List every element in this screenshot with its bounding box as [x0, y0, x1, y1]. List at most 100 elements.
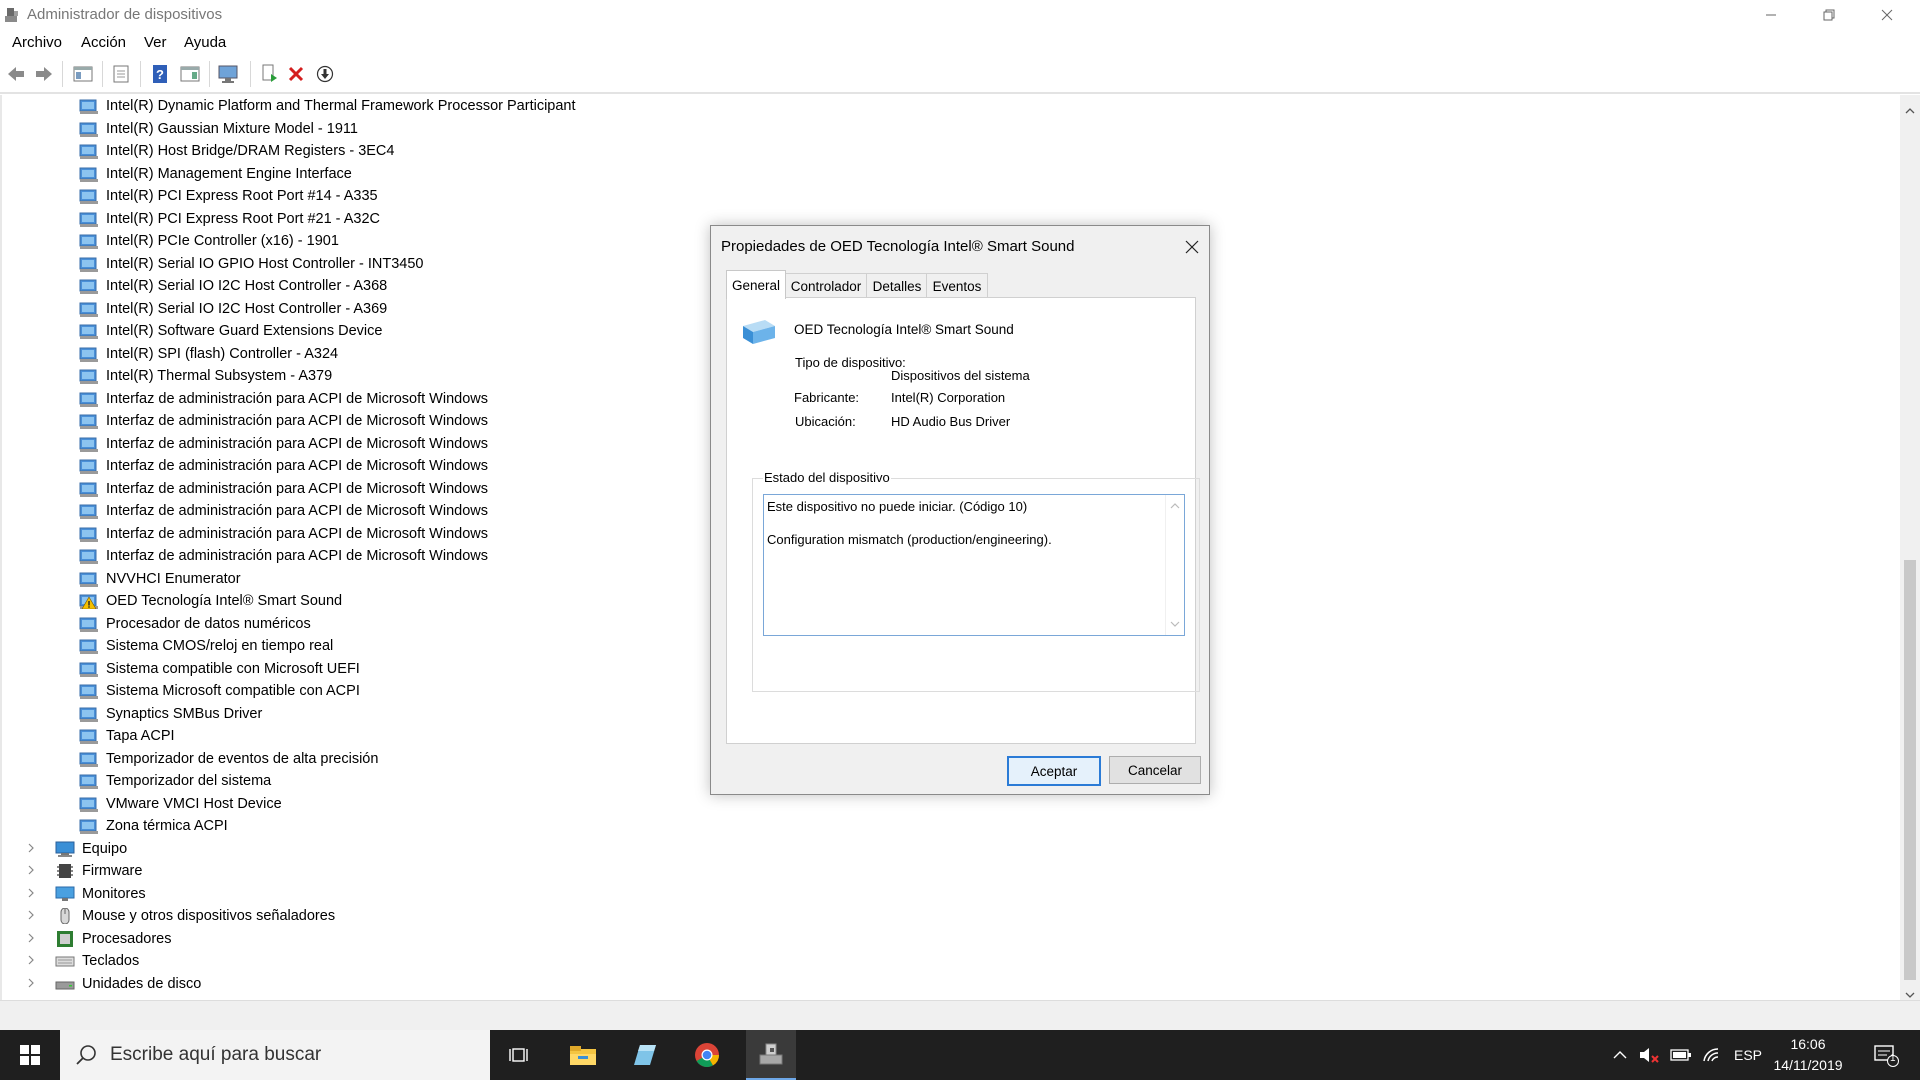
system-device-icon [79, 503, 99, 519]
show-hide-console-tree-icon[interactable] [72, 63, 94, 85]
start-button[interactable] [0, 1030, 60, 1080]
system-device-icon [79, 773, 99, 789]
volume-muted-icon[interactable] [1636, 1030, 1664, 1080]
device-row[interactable]: Intel(R) PCI Express Root Port #21 - A32… [79, 208, 380, 230]
vertical-scrollbar[interactable] [1900, 95, 1920, 1000]
device-row[interactable]: Interfaz de administración para ACPI de … [79, 500, 488, 522]
uninstall-device-icon[interactable] [285, 63, 307, 85]
menu-ayuda[interactable]: Ayuda [184, 34, 226, 51]
category-row[interactable]: Unidades de disco [28, 973, 202, 995]
category-row[interactable]: Mouse y otros dispositivos señaladores [28, 905, 335, 927]
cancel-button[interactable]: Cancelar [1109, 756, 1201, 784]
expand-chevron-icon[interactable] [27, 976, 35, 991]
device-row[interactable]: Intel(R) Serial IO I2C Host Controller -… [79, 298, 387, 320]
device-row[interactable]: Intel(R) Host Bridge/DRAM Registers - 3E… [79, 140, 394, 162]
ok-button[interactable]: Aceptar [1007, 756, 1101, 786]
restore-button[interactable] [1800, 0, 1858, 30]
dialog-close-icon[interactable] [1185, 234, 1199, 260]
expand-chevron-icon[interactable] [27, 863, 35, 878]
forward-icon[interactable] [33, 63, 55, 85]
notification-count: 1 [1890, 1053, 1896, 1064]
action-pane-icon[interactable] [179, 63, 201, 85]
device-row[interactable]: Intel(R) Serial IO I2C Host Controller -… [79, 275, 387, 297]
device-row[interactable]: Intel(R) PCIe Controller (x16) - 1901 [79, 230, 339, 252]
tab-detalles[interactable]: Detalles [866, 273, 928, 298]
device-row[interactable]: Intel(R) Gaussian Mixture Model - 1911 [79, 118, 358, 140]
device-row[interactable]: Intel(R) Management Engine Interface [79, 163, 352, 185]
expand-chevron-icon[interactable] [27, 908, 35, 923]
show-hidden-icons-icon[interactable] [1608, 1030, 1632, 1080]
device-row[interactable]: Synaptics SMBus Driver [79, 703, 262, 725]
menu-ver[interactable]: Ver [144, 34, 167, 51]
minimize-button[interactable] [1742, 0, 1800, 30]
device-row[interactable]: Intel(R) Dynamic Platform and Thermal Fr… [79, 95, 576, 117]
tab-eventos[interactable]: Eventos [926, 273, 988, 298]
device-row[interactable]: Temporizador del sistema [79, 770, 271, 792]
device-row[interactable]: Sistema CMOS/reloj en tiempo real [79, 635, 333, 657]
scan-hardware-icon[interactable] [217, 63, 239, 85]
task-view-icon[interactable] [500, 1030, 540, 1080]
device-type-label: Tipo de dispositivo: [795, 355, 906, 370]
device-row[interactable]: Sistema Microsoft compatible con ACPI [79, 680, 360, 702]
tab-controlador[interactable]: Controlador [784, 273, 868, 298]
download-driver-icon[interactable] [314, 63, 336, 85]
menu-bar: Archivo Acción Ver Ayuda [0, 30, 1920, 56]
category-row[interactable]: Procesadores [28, 928, 171, 950]
close-button[interactable] [1858, 0, 1916, 30]
device-row[interactable]: Intel(R) SPI (flash) Controller - A324 [79, 343, 338, 365]
device-row[interactable]: OED Tecnología Intel® Smart Sound [79, 590, 342, 612]
category-row[interactable]: Teclados [28, 950, 139, 972]
scroll-up-icon[interactable] [1905, 101, 1915, 119]
clock-date: 14/11/2019 [1773, 1057, 1843, 1073]
device-row[interactable]: Interfaz de administración para ACPI de … [79, 388, 488, 410]
device-row[interactable]: Interfaz de administración para ACPI de … [79, 545, 488, 567]
device-row[interactable]: Tapa ACPI [79, 725, 175, 747]
device-row[interactable]: Interfaz de administración para ACPI de … [79, 410, 488, 432]
device-row[interactable]: Temporizador de eventos de alta precisió… [79, 748, 378, 770]
properties-icon[interactable] [110, 63, 132, 85]
device-row[interactable]: Intel(R) Serial IO GPIO Host Controller … [79, 253, 424, 275]
device-status-textbox[interactable]: Este dispositivo no puede iniciar. (Códi… [763, 494, 1185, 636]
expand-chevron-icon[interactable] [27, 953, 35, 968]
taskbar-search-box[interactable]: Escribe aquí para buscar [60, 1030, 490, 1080]
input-language[interactable]: ESP [1730, 1030, 1766, 1080]
device-row[interactable]: VMware VMCI Host Device [79, 793, 282, 815]
battery-icon[interactable] [1667, 1030, 1695, 1080]
expand-chevron-icon[interactable] [27, 841, 35, 856]
file-explorer-icon[interactable] [560, 1030, 606, 1080]
chrome-icon[interactable] [684, 1030, 730, 1080]
status-textbox-scrollbar[interactable] [1165, 495, 1184, 635]
device-row[interactable]: Interfaz de administración para ACPI de … [79, 455, 488, 477]
notification-center-icon[interactable]: 1 [1866, 1030, 1906, 1080]
category-row[interactable]: Monitores [28, 883, 146, 905]
scroll-thumb[interactable] [1904, 560, 1916, 980]
app-icon[interactable] [622, 1030, 668, 1080]
category-row[interactable]: Equipo [28, 838, 127, 860]
device-manager-taskbar-icon[interactable] [746, 1030, 796, 1080]
device-row[interactable]: Sistema compatible con Microsoft UEFI [79, 658, 360, 680]
update-driver-icon[interactable] [258, 63, 280, 85]
category-label: Unidades de disco [82, 975, 202, 992]
menu-archivo[interactable]: Archivo [12, 34, 62, 51]
device-row[interactable]: Interfaz de administración para ACPI de … [79, 433, 488, 455]
help-icon[interactable]: ? [149, 63, 171, 85]
category-row[interactable]: Firmware [28, 860, 142, 882]
device-row[interactable]: Interfaz de administración para ACPI de … [79, 523, 488, 545]
device-row[interactable]: Zona térmica ACPI [79, 815, 228, 837]
expand-chevron-icon[interactable] [27, 886, 35, 901]
device-label: Interfaz de administración para ACPI de … [106, 503, 488, 519]
expand-chevron-icon[interactable] [27, 931, 35, 946]
tab-general[interactable]: General [726, 270, 786, 299]
wifi-icon[interactable] [1698, 1030, 1726, 1080]
device-row[interactable]: Procesador de datos numéricos [79, 613, 311, 635]
back-icon[interactable] [5, 63, 27, 85]
device-row[interactable]: NVVHCI Enumerator [79, 568, 241, 590]
device-row[interactable]: Intel(R) PCI Express Root Port #14 - A33… [79, 185, 378, 207]
device-row[interactable]: Interfaz de administración para ACPI de … [79, 478, 488, 500]
menu-accion[interactable]: Acción [81, 34, 126, 51]
device-row[interactable]: Intel(R) Software Guard Extensions Devic… [79, 320, 382, 342]
device-row[interactable]: Intel(R) Thermal Subsystem - A379 [79, 365, 332, 387]
taskbar: Escribe aquí para buscar ESP 16:06 14/11… [0, 1030, 1920, 1080]
device-label: Zona térmica ACPI [106, 818, 228, 834]
clock[interactable]: 16:06 14/11/2019 [1770, 1034, 1846, 1076]
